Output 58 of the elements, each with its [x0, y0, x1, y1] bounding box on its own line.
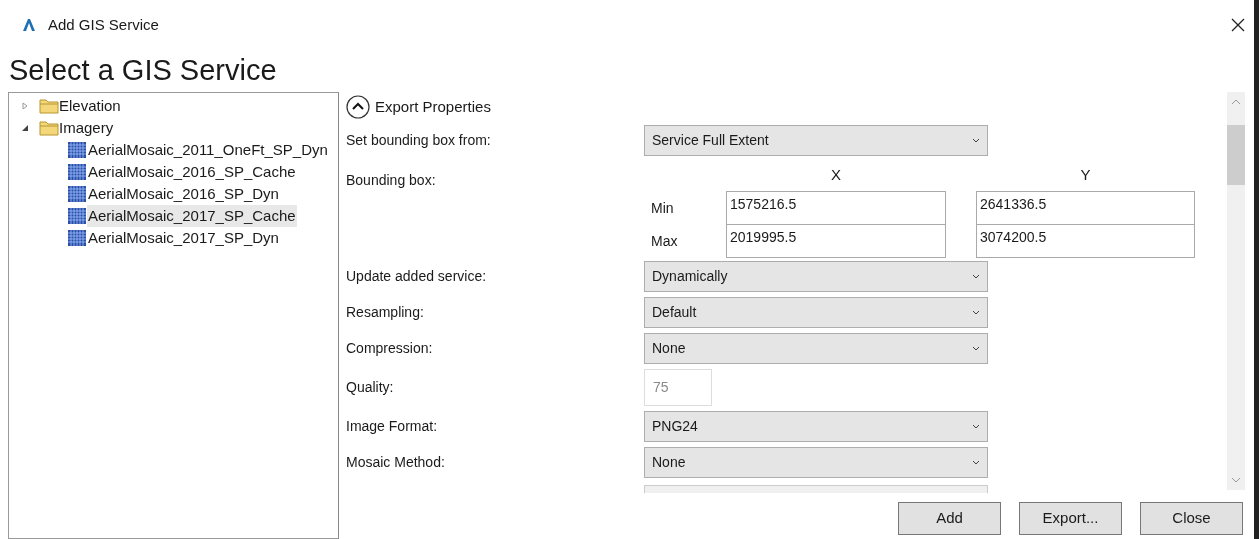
chevron-down-icon	[972, 309, 980, 315]
scroll-down-icon[interactable]	[1231, 477, 1241, 483]
tree-item[interactable]: AerialMosaic_2016_SP_Cache	[87, 160, 297, 184]
raster-layer-icon	[67, 141, 87, 159]
field-label: Resampling:	[346, 302, 425, 322]
tree-item[interactable]: AerialMosaic_2016_SP_Dyn	[87, 182, 280, 206]
row-label: Min	[650, 199, 675, 218]
chevron-down-icon	[972, 137, 980, 143]
scroll-thumb[interactable]	[1227, 125, 1245, 185]
scroll-up-icon[interactable]	[1231, 99, 1241, 105]
field-label: Image Format:	[346, 416, 439, 436]
dialog-button[interactable]: Add	[898, 502, 1001, 535]
raster-layer-icon	[67, 207, 87, 225]
tree-item[interactable]: AerialMosaic_2011_OneFt_SP_Dyn	[87, 138, 329, 162]
section-header[interactable]: Export Properties	[375, 95, 491, 119]
collapse-icon[interactable]	[346, 95, 370, 119]
coordinate-field[interactable]: 3074200.5	[976, 224, 1195, 258]
app-logo-icon	[22, 18, 36, 32]
tree-item[interactable]: AerialMosaic_2017_SP_Dyn	[87, 226, 280, 250]
folder-icon	[39, 120, 59, 136]
collapsed-arrow-icon[interactable]	[21, 102, 29, 110]
dropdown[interactable]: None	[644, 446, 988, 478]
raster-layer-icon	[67, 229, 87, 247]
field-label: Compression:	[346, 338, 434, 358]
field-label: Quality:	[346, 377, 395, 397]
expanded-arrow-icon[interactable]	[21, 124, 29, 132]
tree-item[interactable]: Imagery	[59, 116, 114, 140]
close-icon[interactable]	[1231, 18, 1245, 32]
column-header: X	[830, 164, 842, 185]
field-label: Update added service:	[346, 266, 488, 286]
window-title: Add GIS Service	[48, 14, 159, 35]
field-label: Mosaic Method:	[346, 452, 446, 472]
partial-dropdown[interactable]	[644, 485, 988, 493]
dropdown[interactable]: PNG24	[644, 410, 988, 442]
chevron-down-icon	[972, 345, 980, 351]
coordinate-field[interactable]: 2019995.5	[726, 224, 946, 258]
dropdown[interactable]: Service Full Extent	[644, 124, 988, 156]
chevron-down-icon	[972, 273, 980, 279]
field-label: Set bounding box from:	[346, 130, 492, 150]
chevron-down-icon	[972, 423, 980, 429]
column-header: Y	[1079, 164, 1092, 185]
chevron-down-icon	[972, 459, 980, 465]
dialog-heading: Select a GIS Service	[8, 53, 278, 88]
raster-layer-icon	[67, 185, 87, 203]
dialog-button[interactable]: Close	[1140, 502, 1243, 535]
row-label: Max	[650, 232, 679, 251]
coordinate-field[interactable]: 2641336.5	[976, 191, 1195, 225]
dropdown[interactable]: Dynamically	[644, 260, 988, 292]
folder-icon	[39, 98, 59, 114]
dialog-button[interactable]: Export...	[1019, 502, 1122, 535]
field-label: Bounding box:	[346, 171, 437, 190]
raster-layer-icon	[67, 163, 87, 181]
dropdown[interactable]: None	[644, 332, 988, 364]
dropdown[interactable]: Default	[644, 296, 988, 328]
tree-item[interactable]: AerialMosaic_2017_SP_Cache	[87, 204, 297, 228]
tree-item[interactable]: Elevation	[59, 94, 121, 118]
coordinate-field[interactable]: 1575216.5	[726, 191, 946, 225]
scrollbar[interactable]	[1227, 92, 1245, 490]
